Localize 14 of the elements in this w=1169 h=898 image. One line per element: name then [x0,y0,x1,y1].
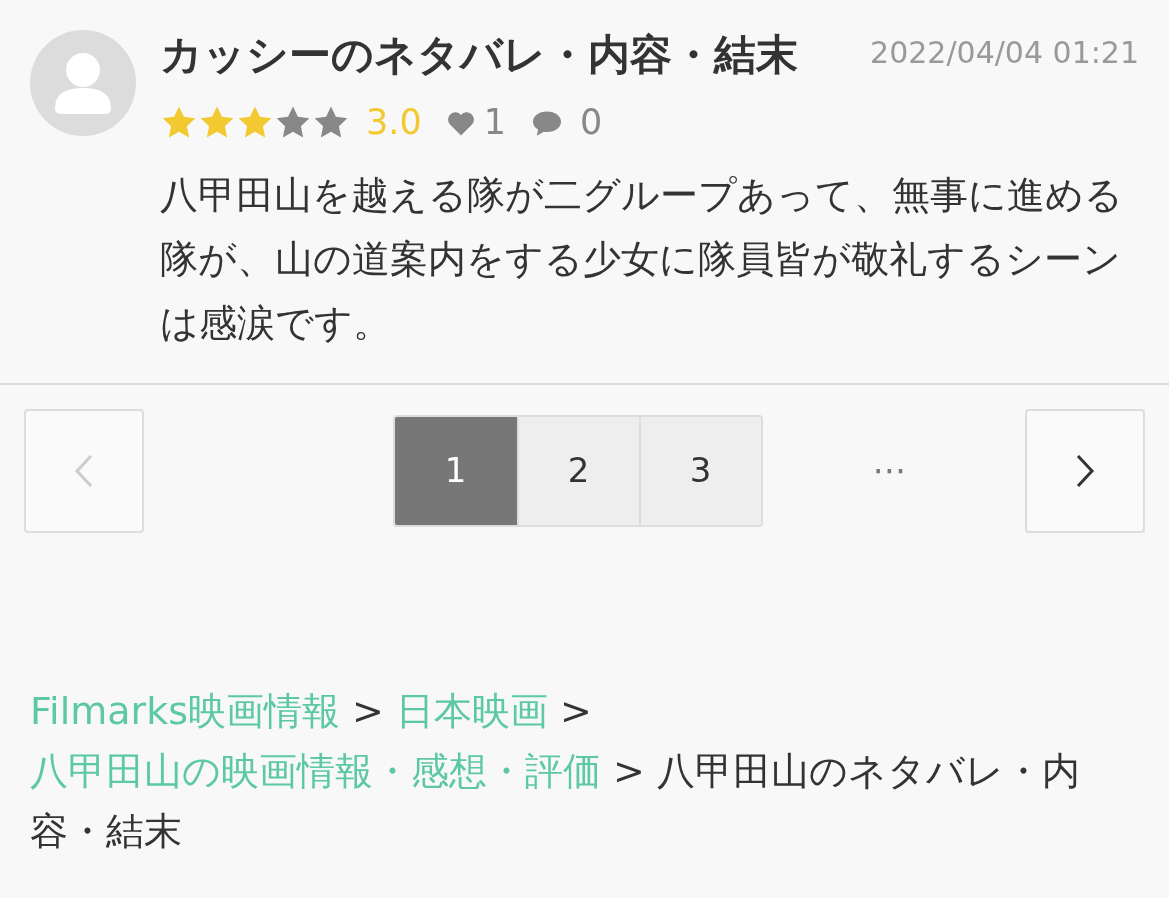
avatar-icon [30,30,136,136]
rating-score: 3.0 [366,101,422,145]
page-button[interactable]: 3 [638,416,761,525]
page-button[interactable]: 1 [394,416,517,525]
chevron-left-icon [74,453,94,488]
like-count: 1 [483,101,506,145]
ellipsis: ⋯ [872,449,907,493]
page-button[interactable]: 2 [516,416,639,525]
comment-count: 0 [579,101,603,145]
chevron-right-icon [1075,453,1095,488]
review-date: 2022/04/04 01:21 [870,34,1139,72]
review-text: 八甲田山を越える隊が二グループあって、無事に進める隊が、山の道案内をする少女に隊員皆が敬礼するシーンは感涙です。 [160,171,1124,347]
review-title: カッシーのネタバレ・内容・結末 [160,30,798,81]
breadcrumb-trail: Filmarks映画情報 > 日本映画 > 八甲田山の映画情報・感想・評価 > 八甲田山のネタバレ・内容・結末 [30,687,1081,855]
